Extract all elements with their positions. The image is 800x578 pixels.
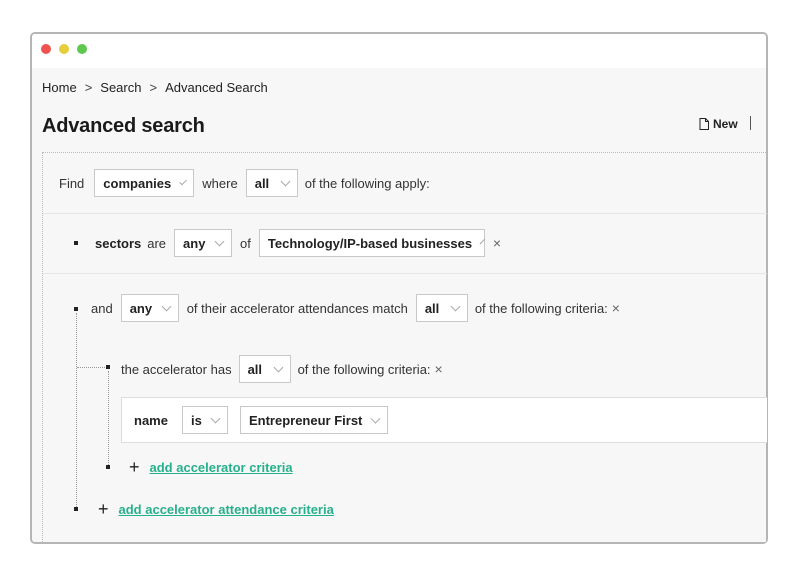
- toolbar-divider: [750, 116, 751, 130]
- criteria-value-select[interactable]: Entrepreneur First: [239, 406, 388, 434]
- criteria-field-label: name: [134, 412, 168, 428]
- sub-suffix-text: of the following criteria:: [297, 361, 431, 377]
- add-accelerator-criteria-link[interactable]: add accelerator criteria: [150, 460, 293, 475]
- tree-connector: [77, 367, 107, 368]
- attendance-suffix-text: of the following criteria:: [474, 300, 608, 316]
- attendance-match-select[interactable]: all: [415, 294, 468, 322]
- tree-connector: [108, 371, 109, 467]
- rule-bullet: [106, 365, 110, 369]
- row-divider: [43, 273, 767, 274]
- match-select-value: all: [254, 175, 270, 191]
- new-button-label: New: [713, 117, 738, 131]
- criteria-row: name is Entrepreneur First: [134, 406, 388, 434]
- chevron-down-icon: [370, 413, 381, 423]
- close-window-button[interactable]: [41, 44, 51, 54]
- chevron-down-icon: [479, 238, 486, 244]
- remove-attendance-rule-icon[interactable]: ×: [612, 300, 620, 316]
- add-attendance-criteria-link[interactable]: add accelerator attendance criteria: [119, 502, 334, 517]
- breadcrumb-separator: >: [149, 80, 158, 95]
- sector-rule-row: sectors are any of Technology/IP-based b…: [95, 229, 501, 257]
- entity-select-value: companies: [103, 175, 172, 191]
- sub-prefix-text: the accelerator has: [121, 361, 232, 377]
- sector-verb-label: are: [147, 235, 167, 251]
- where-label: where: [202, 175, 238, 191]
- find-label: Find: [59, 175, 85, 191]
- query-builder-panel: Find companies where all of the followin…: [42, 152, 767, 542]
- chevron-down-icon: [450, 301, 461, 311]
- rule-bullet: [74, 307, 78, 311]
- accelerator-rule-row: and any of their accelerator attendances…: [91, 294, 620, 322]
- attendance-match-value: all: [424, 300, 440, 316]
- find-row: Find companies where all of the followin…: [59, 169, 430, 197]
- chevron-down-icon: [214, 236, 225, 246]
- breadcrumb-current: Advanced Search: [165, 80, 268, 95]
- chevron-down-icon: [210, 413, 221, 423]
- accelerator-sub-row: the accelerator has all of the following…: [121, 355, 443, 383]
- chevron-down-icon: [280, 176, 291, 186]
- tree-connector: [76, 313, 77, 509]
- sub-match-value: all: [247, 361, 263, 377]
- breadcrumb-search[interactable]: Search: [100, 80, 141, 95]
- page-title: Advanced search: [42, 115, 205, 137]
- entity-select[interactable]: companies: [94, 169, 195, 197]
- breadcrumb-separator: >: [84, 80, 93, 95]
- apply-text: of the following apply:: [304, 175, 430, 191]
- sector-quantifier-select[interactable]: any: [174, 229, 233, 257]
- chevron-down-icon: [179, 177, 188, 185]
- sector-of-label: of: [240, 235, 251, 251]
- plus-icon[interactable]: +: [98, 500, 109, 518]
- sector-value: Technology/IP-based businesses: [267, 235, 473, 251]
- add-accelerator-criteria-row: + add accelerator criteria: [129, 458, 293, 476]
- sector-quantifier-value: any: [183, 235, 206, 251]
- document-icon: [699, 118, 709, 130]
- add-attendance-criteria-row: + add accelerator attendance criteria: [98, 500, 334, 518]
- minimize-window-button[interactable]: [59, 44, 69, 54]
- sector-value-select[interactable]: Technology/IP-based businesses: [258, 229, 486, 257]
- row-divider: [43, 213, 767, 214]
- attendance-quantifier-value: any: [129, 300, 153, 316]
- rule-bullet: [74, 241, 78, 245]
- chevron-down-icon: [161, 301, 172, 311]
- sector-field-label: sectors: [95, 235, 142, 251]
- maximize-window-button[interactable]: [77, 44, 87, 54]
- criteria-value: Entrepreneur First: [248, 412, 363, 428]
- criteria-operator-value: is: [190, 412, 202, 428]
- remove-sub-rule-icon[interactable]: ×: [435, 361, 443, 377]
- breadcrumb-home[interactable]: Home: [42, 80, 77, 95]
- rule-bullet: [106, 465, 110, 469]
- remove-sector-rule-icon[interactable]: ×: [493, 235, 501, 251]
- and-label: and: [91, 300, 113, 316]
- title-bar: [32, 34, 766, 68]
- criteria-card: name is Entrepreneur First: [121, 397, 767, 443]
- rule-bullet: [74, 507, 78, 511]
- match-all-select[interactable]: all: [245, 169, 298, 197]
- new-button[interactable]: New: [699, 117, 738, 131]
- attendance-middle-text: of their accelerator attendances match: [186, 300, 408, 316]
- attendance-quantifier-select[interactable]: any: [120, 294, 179, 322]
- criteria-operator-select[interactable]: is: [181, 406, 228, 434]
- plus-icon[interactable]: +: [129, 458, 140, 476]
- breadcrumb: Home > Search > Advanced Search: [42, 80, 268, 95]
- sub-match-select[interactable]: all: [238, 355, 291, 383]
- chevron-down-icon: [273, 362, 284, 372]
